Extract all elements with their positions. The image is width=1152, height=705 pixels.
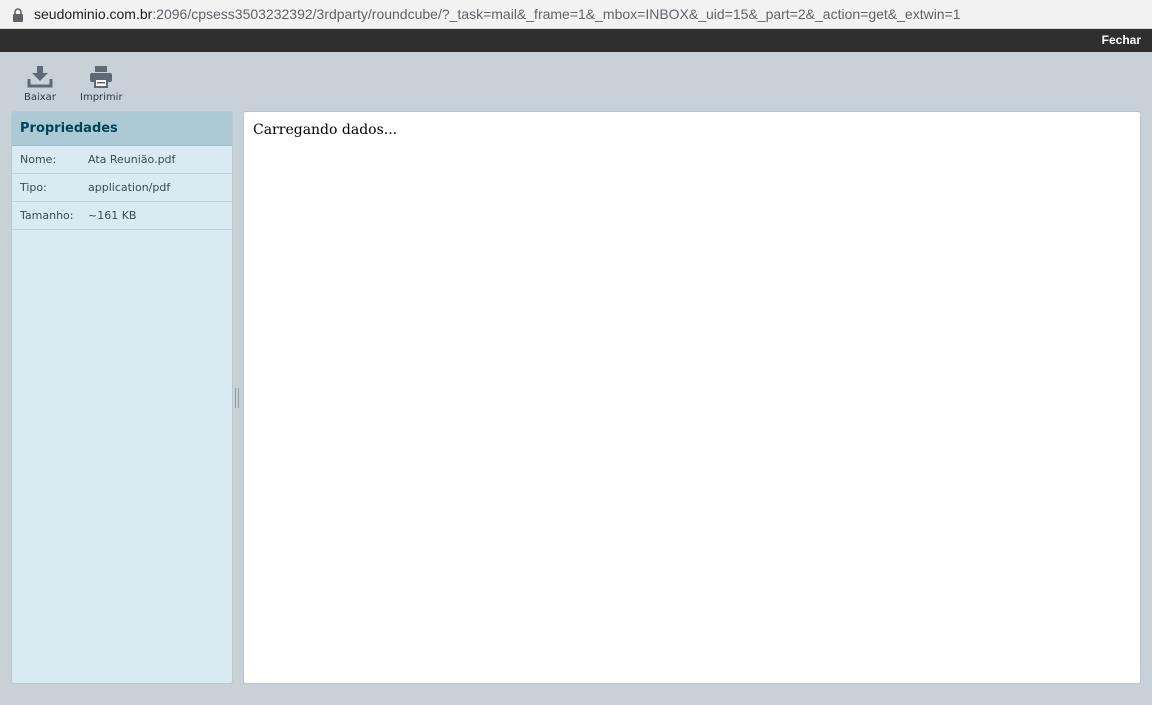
download-button[interactable]: Baixar	[24, 66, 56, 103]
property-key: Nome:	[20, 153, 57, 166]
print-label: Imprimir	[80, 92, 123, 103]
top-bar: Fechar	[0, 29, 1152, 52]
address-bar[interactable]: seudominio.com.br:2096/cpsess3503232392/…	[0, 0, 1152, 29]
download-icon	[27, 66, 53, 88]
url-host: seudominio.com.br	[34, 6, 153, 22]
property-key: Tamanho:	[20, 209, 74, 222]
loading-message: Carregando dados...	[253, 122, 398, 138]
download-label: Baixar	[24, 92, 56, 103]
properties-title: Propriedades	[20, 121, 118, 136]
property-row-type: Tipo: application/pdf	[12, 174, 232, 202]
properties-header: Propriedades	[12, 112, 232, 146]
print-button[interactable]: Imprimir	[80, 66, 123, 103]
lock-icon	[12, 7, 24, 22]
panel-splitter-handle[interactable]	[235, 388, 240, 408]
toolbar: Baixar Imprimir	[0, 52, 1152, 108]
url-path: :2096/cpsess3503232392/3rdparty/roundcub…	[152, 6, 961, 22]
property-row-name: Nome: Ata Reunião.pdf	[12, 146, 232, 174]
property-value: Ata Reunião.pdf	[88, 153, 176, 166]
property-value: ~161 KB	[88, 209, 137, 222]
address-url[interactable]: seudominio.com.br:2096/cpsess3503232392/…	[34, 6, 961, 22]
printer-icon	[88, 66, 114, 88]
attachment-preview-frame: Carregando dados...	[243, 111, 1141, 684]
close-window-link[interactable]: Fechar	[1102, 33, 1141, 47]
property-key: Tipo:	[20, 181, 47, 194]
property-value: application/pdf	[88, 181, 171, 194]
property-row-size: Tamanho: ~161 KB	[12, 202, 232, 230]
properties-panel: Propriedades Nome: Ata Reunião.pdf Tipo:…	[11, 111, 233, 684]
